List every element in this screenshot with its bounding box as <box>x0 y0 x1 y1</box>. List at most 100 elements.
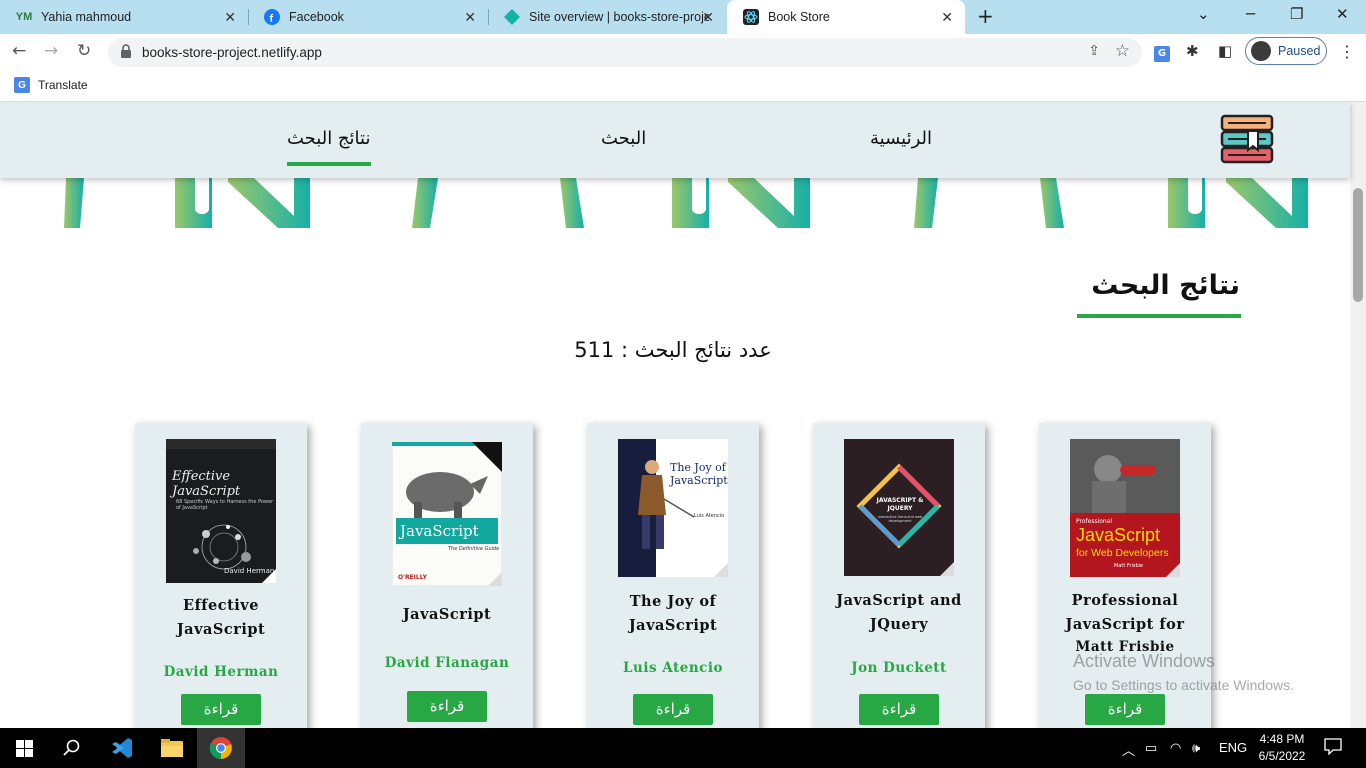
vscode-icon[interactable] <box>98 728 146 768</box>
clock-date: 6/5/2022 <box>1258 749 1306 763</box>
cover-title: JavaScript <box>1076 525 1161 545</box>
book-title: Effective JavaScript <box>176 597 266 638</box>
star-icon[interactable]: ☆ <box>1115 41 1130 61</box>
nav-results[interactable]: نتائج البحث <box>287 128 371 166</box>
browser-toolbar: ← → ↻ books-store-project.netlify.app ⇪ … <box>0 34 1366 70</box>
address-bar[interactable]: books-store-project.netlify.app ⇪ ☆ <box>108 38 1142 67</box>
profile-button[interactable]: Paused <box>1245 37 1327 65</box>
cover-title: Effective JavaScript <box>172 469 241 499</box>
book-cover[interactable]: The Joy of JavaScript Luis Atencio <box>618 439 728 577</box>
close-icon[interactable]: ✕ <box>702 9 714 26</box>
cover-pre-title: Professional <box>1076 518 1113 525</box>
side-panel-icon[interactable]: ◧ <box>1218 42 1232 60</box>
book-author: Luis Atencio <box>623 660 723 676</box>
ym-icon: YM <box>15 11 33 23</box>
battery-icon[interactable]: ▭ <box>1145 740 1157 756</box>
close-icon[interactable]: ✕ <box>464 9 476 26</box>
menu-icon[interactable]: ⋮ <box>1339 42 1355 61</box>
cover-author: Luis Atencio <box>694 513 725 519</box>
url-text: books-store-project.netlify.app <box>142 45 322 60</box>
read-button[interactable]: قراءة <box>859 694 939 725</box>
cover-title: JAVASCRIPT & JQUERY <box>876 497 924 512</box>
netlify-icon <box>504 9 520 25</box>
books-logo-icon[interactable] <box>1218 112 1276 168</box>
svg-text:f: f <box>270 13 274 25</box>
page-scrollbar[interactable] <box>1350 102 1366 728</box>
web-page: نتائج البحث البحث الرئيسية نتائج البحث ع… <box>0 102 1366 728</box>
share-icon[interactable]: ⇪ <box>1088 43 1100 59</box>
scrollbar-thumb[interactable] <box>1353 188 1363 302</box>
bookmarks-bar: G Translate <box>0 70 1366 102</box>
book-cover[interactable]: Effective JavaScript 68 Specific Ways to… <box>166 439 276 583</box>
profile-status: Paused <box>1278 44 1321 58</box>
activate-windows-title: Activate Windows <box>1073 651 1216 671</box>
language-indicator[interactable]: ENG <box>1219 740 1247 755</box>
tab-label: Site overview | books-store-proje <box>529 10 709 24</box>
browser-tab-strip: YM Yahia mahmoud ✕ f Facebook ✕ Site ove… <box>0 0 1366 34</box>
close-icon[interactable]: ✕ <box>224 9 236 26</box>
search-icon[interactable] <box>48 728 96 768</box>
read-button[interactable]: قراءة <box>407 691 487 722</box>
forward-icon[interactable]: → <box>44 41 58 61</box>
book-title: The Joy of JavaScript <box>628 593 718 634</box>
site-header: نتائج البحث البحث الرئيسية <box>0 102 1350 178</box>
chrome-icon[interactable] <box>197 728 245 768</box>
lock-icon[interactable] <box>120 44 132 63</box>
tab-label: Book Store <box>768 10 830 24</box>
facebook-icon: f <box>264 9 280 25</box>
tab-book-store[interactable]: Book Store ✕ <box>727 0 965 34</box>
cover-title: The Joy of JavaScript <box>670 461 728 487</box>
nav-search[interactable]: البحث <box>601 128 646 149</box>
cover-subtitle: The Definitive Guide <box>448 546 500 552</box>
extensions-icon[interactable]: ✱ <box>1186 42 1199 60</box>
minimize-icon[interactable]: ─ <box>1246 5 1255 23</box>
reload-icon[interactable]: ↻ <box>77 41 91 61</box>
read-button[interactable]: قراءة <box>181 694 261 725</box>
tab-yahia[interactable]: YM Yahia mahmoud ✕ <box>0 0 248 34</box>
react-icon <box>743 9 759 25</box>
book-card: The Joy of JavaScript Luis Atencio The J… <box>587 423 759 728</box>
book-cover[interactable]: JavaScript The Definitive Guide O'REILLY <box>392 442 502 586</box>
bookmark-translate[interactable]: G Translate <box>14 77 88 93</box>
notification-icon[interactable] <box>1324 738 1342 758</box>
chevron-up-icon[interactable]: ︿ <box>1122 740 1135 759</box>
book-cover[interactable]: Professional JavaScript for Web Develope… <box>1070 439 1180 577</box>
chevron-down-icon[interactable]: ⌄ <box>1197 5 1210 23</box>
google-translate-icon[interactable]: G <box>1154 42 1170 62</box>
tab-facebook[interactable]: f Facebook ✕ <box>248 0 488 34</box>
read-button[interactable]: قراءة <box>633 694 713 725</box>
system-clock[interactable]: 4:48 PM 6/5/2022 <box>1254 731 1310 765</box>
file-explorer-icon[interactable] <box>148 728 196 768</box>
close-icon[interactable]: ✕ <box>941 9 953 26</box>
book-author: Jon Duckett <box>851 660 947 676</box>
book-cover[interactable]: JAVASCRIPT & JQUERY interactive front-en… <box>844 439 954 576</box>
wifi-icon[interactable]: ◠ <box>1170 740 1181 756</box>
book-card: JavaScript The Definitive Guide O'REILLY… <box>361 423 533 728</box>
tab-label: Yahia mahmoud <box>41 10 132 24</box>
section-title-underline <box>1077 314 1241 318</box>
clock-time: 4:48 PM <box>1259 732 1305 746</box>
bookmark-label: Translate <box>38 78 88 92</box>
result-count: عدد نتائج البحث : 511 <box>574 338 772 362</box>
hero-decoration <box>0 178 1350 228</box>
back-icon[interactable]: ← <box>12 41 26 61</box>
cover-subtitle: interactive front-end web development <box>877 515 923 523</box>
book-card: JAVASCRIPT & JQUERY interactive front-en… <box>813 423 985 728</box>
tab-netlify[interactable]: Site overview | books-store-proje ✕ <box>488 0 726 34</box>
book-author: David Herman <box>163 664 279 680</box>
google-translate-icon: G <box>14 77 30 93</box>
close-window-icon[interactable]: ✕ <box>1336 5 1349 23</box>
cover-subtitle: for Web Developers <box>1076 547 1169 559</box>
book-author: David Flanagan <box>384 655 510 671</box>
windows-start-icon[interactable] <box>0 728 48 768</box>
activate-windows-subtitle: Go to Settings to activate Windows. <box>1073 677 1294 693</box>
new-tab-button[interactable]: + <box>977 4 994 28</box>
book-title: JavaScript and JQuery <box>836 592 962 633</box>
read-button[interactable]: قراءة <box>1085 694 1165 725</box>
avatar <box>1251 41 1271 61</box>
section-title: نتائج البحث <box>1091 270 1240 301</box>
cover-author: Matt Frisbie <box>1114 563 1144 569</box>
nav-home[interactable]: الرئيسية <box>870 128 932 149</box>
volume-icon[interactable]: 🕪 <box>1192 740 1200 756</box>
restore-icon[interactable]: ❐ <box>1290 5 1303 23</box>
